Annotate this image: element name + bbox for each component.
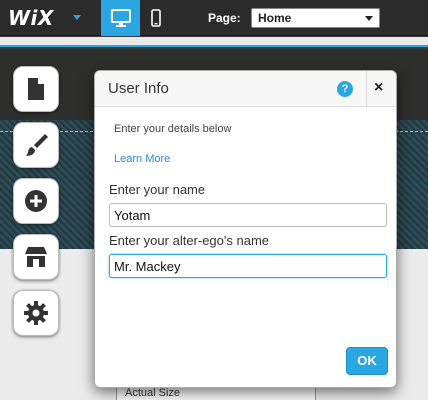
learn-more-link[interactable]: Learn More: [114, 153, 170, 165]
settings-gear-icon: [24, 301, 48, 325]
pages-icon: [28, 78, 44, 100]
logo-menu-caret-icon[interactable]: [73, 15, 81, 20]
wix-logo[interactable]: WiX: [8, 6, 54, 30]
app-market-icon: [25, 247, 47, 267]
chevron-down-icon: [365, 16, 373, 21]
mobile-view-button[interactable]: [140, 0, 172, 36]
mobile-icon: [151, 9, 161, 27]
desktop-icon: [110, 9, 131, 27]
alter-ego-field[interactable]: [109, 254, 387, 278]
header-divider: [366, 71, 367, 107]
page-select[interactable]: Home: [251, 8, 380, 28]
ok-button[interactable]: OK: [346, 347, 388, 375]
page-select-value: Home: [258, 11, 292, 25]
add-icon: [25, 190, 47, 212]
help-icon[interactable]: ?: [337, 81, 353, 97]
add-button[interactable]: [13, 178, 59, 224]
design-button[interactable]: [13, 122, 59, 168]
close-icon[interactable]: ×: [374, 79, 383, 97]
dialog-title: User Info: [108, 80, 169, 97]
alter-ego-label: Enter your alter-ego's name: [109, 233, 270, 248]
name-field[interactable]: [109, 203, 387, 227]
name-label: Enter your name: [109, 182, 206, 197]
settings-button[interactable]: [13, 290, 59, 336]
page-label: Page:: [208, 11, 241, 25]
top-bar: WiX Page: Home: [0, 0, 428, 36]
app-market-button[interactable]: [13, 234, 59, 280]
desktop-view-button[interactable]: [101, 0, 140, 36]
user-info-dialog: User Info ? × Enter your details below L…: [94, 70, 397, 388]
pages-button[interactable]: [13, 66, 59, 112]
canvas-top-strip: [0, 37, 428, 47]
dialog-description: Enter your details below: [114, 123, 232, 135]
dialog-header: User Info ? ×: [95, 71, 396, 107]
design-brush-icon: [26, 134, 48, 156]
